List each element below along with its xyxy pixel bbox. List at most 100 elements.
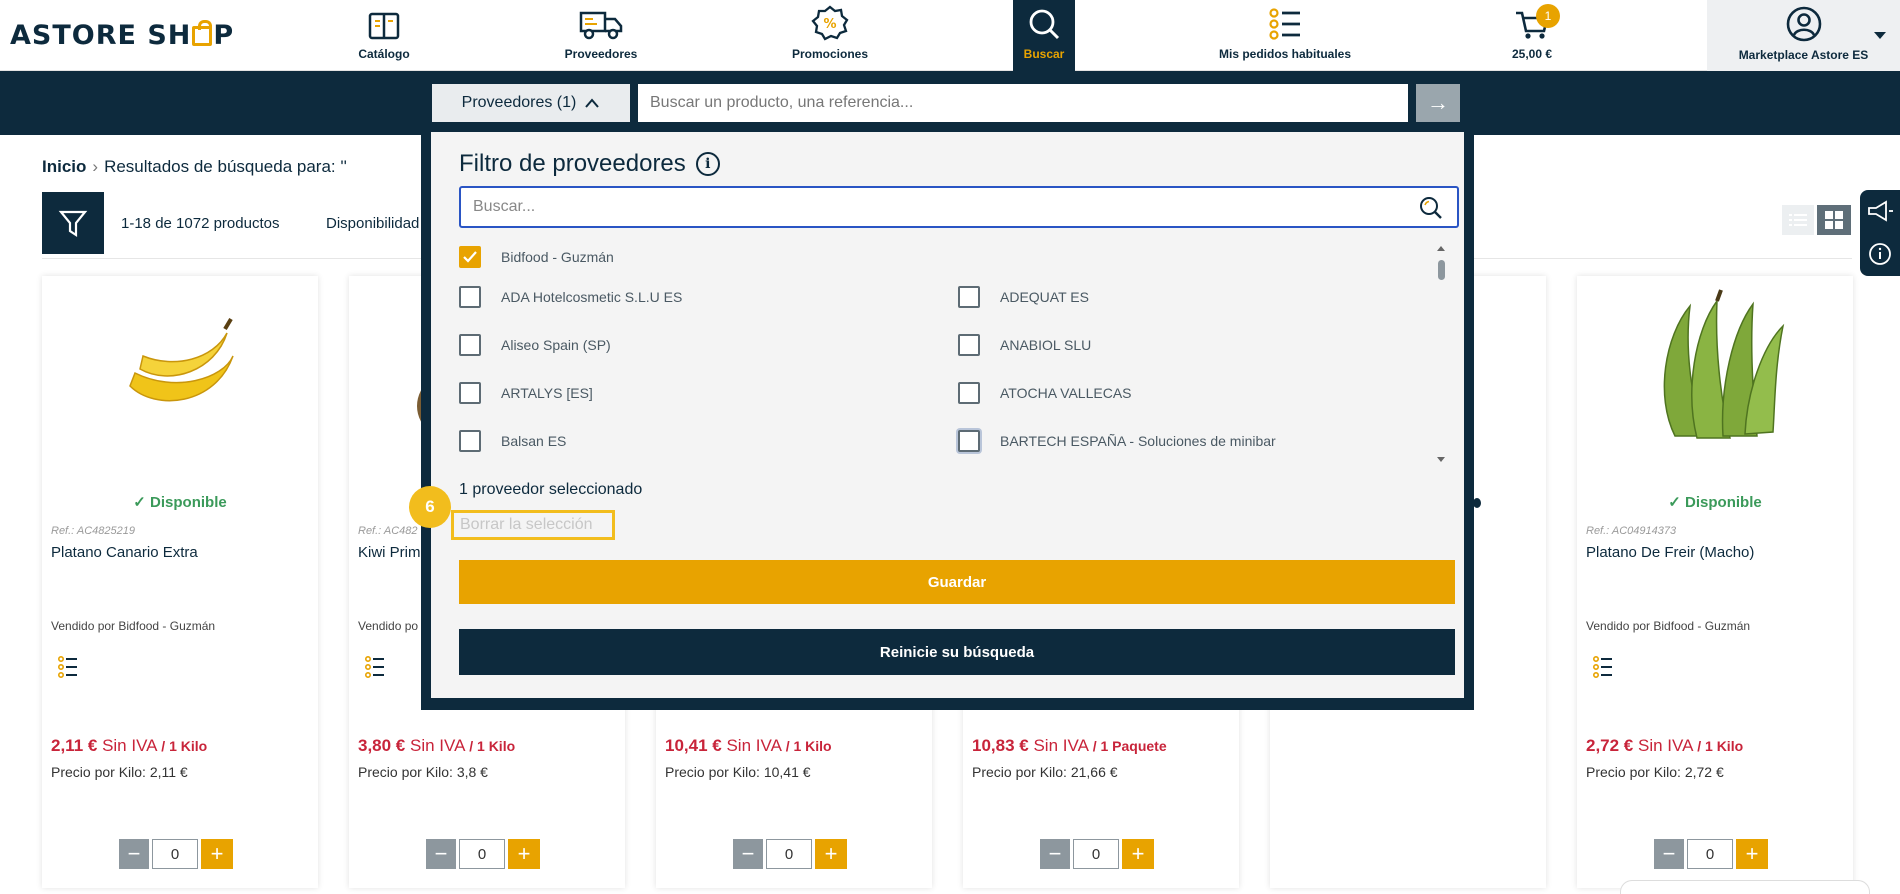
nav-cart[interactable]: 1 25,00 €	[1502, 0, 1562, 71]
provider-option[interactable]: Aliseo Spain (SP)	[459, 334, 611, 356]
provider-option[interactable]: ANABIOL SLU	[958, 334, 1091, 356]
decrease-quantity-button[interactable]: −	[119, 839, 149, 869]
nav-mis-pedidos[interactable]: Mis pedidos habituales	[1210, 0, 1360, 71]
quantity-input[interactable]	[459, 839, 505, 869]
info-icon[interactable]: i	[695, 152, 720, 176]
grid-view-button[interactable]	[1817, 205, 1851, 235]
clear-selection-link[interactable]: Borrar la selección	[451, 510, 615, 540]
search-icon	[1029, 9, 1060, 40]
search-icon[interactable]	[1419, 196, 1443, 220]
decrease-quantity-button[interactable]: −	[1040, 839, 1070, 869]
reset-search-button[interactable]: Reinicie su búsqueda	[459, 629, 1455, 675]
list-icon	[1592, 655, 1612, 678]
provider-filter-panel: Filtro de proveedores i Bidfood - Guzmán…	[421, 132, 1474, 710]
shopping-bag-icon	[192, 20, 213, 46]
info-icon[interactable]	[1868, 242, 1892, 266]
checkbox[interactable]	[958, 286, 980, 308]
price-per-kilo: Precio por Kilo: 21,66 €	[972, 764, 1118, 780]
chevron-down-icon[interactable]	[1874, 32, 1886, 39]
bottom-corner-tab[interactable]	[1620, 880, 1870, 894]
checkbox[interactable]	[459, 430, 481, 452]
decrease-quantity-button[interactable]: −	[1654, 839, 1684, 869]
breadcrumb-home[interactable]: Inicio	[42, 157, 86, 176]
percent-badge-icon: %	[811, 5, 849, 41]
logo[interactable]: ASTORE SH P	[10, 20, 234, 51]
nav-buscar[interactable]: Buscar	[1013, 0, 1075, 71]
availability-filter[interactable]: Disponibilidad	[326, 215, 419, 232]
add-to-list-button[interactable]	[364, 655, 385, 683]
list-view-button[interactable]	[1782, 205, 1814, 235]
product-image[interactable]	[1577, 276, 1853, 456]
hidden-marker	[1473, 498, 1481, 508]
quantity-input[interactable]	[1073, 839, 1119, 869]
checkbox[interactable]	[459, 334, 481, 356]
provider-option[interactable]: BARTECH ESPAÑA - Soluciones de minibar	[958, 430, 1276, 452]
increase-quantity-button[interactable]: +	[1736, 839, 1768, 869]
checkbox[interactable]	[958, 334, 980, 356]
provider-option[interactable]: Bidfood - Guzmán	[459, 246, 614, 268]
filter-toggle-button[interactable]	[42, 192, 104, 254]
decrease-quantity-button[interactable]: −	[426, 839, 456, 869]
nav-catalogo[interactable]: Catálogo	[340, 0, 428, 71]
provider-search-input[interactable]	[459, 186, 1459, 228]
increase-quantity-button[interactable]: +	[1122, 839, 1154, 869]
increase-quantity-button[interactable]: +	[508, 839, 540, 869]
product-card[interactable]: ✓ Disponible Ref.: AC04914373 Platano De…	[1577, 276, 1853, 888]
breadcrumb-current: Resultados de búsqueda para: ''	[104, 157, 347, 176]
increase-quantity-button[interactable]: +	[815, 839, 847, 869]
list-icon	[57, 655, 77, 678]
increase-quantity-button[interactable]: +	[201, 839, 233, 869]
checkbox[interactable]	[958, 382, 980, 404]
price-per-kilo: Precio por Kilo: 2,72 €	[1586, 764, 1724, 780]
providers-filter-button[interactable]: Proveedores (1)	[432, 84, 630, 122]
decrease-quantity-button[interactable]: −	[733, 839, 763, 869]
product-name[interactable]: Kiwi Prim	[358, 544, 421, 561]
truck-icon	[579, 11, 623, 40]
quantity-input[interactable]	[152, 839, 198, 869]
product-image[interactable]	[42, 276, 318, 456]
add-to-list-button[interactable]	[57, 655, 78, 683]
search-submit-button[interactable]: →	[1416, 84, 1460, 122]
checkbox[interactable]	[958, 430, 980, 452]
funnel-icon	[58, 210, 88, 238]
nav-promociones[interactable]: % Promociones	[780, 0, 880, 71]
product-ref: Ref.: AC4825219	[51, 525, 135, 537]
list-icon	[364, 655, 384, 678]
checkbox-checked[interactable]	[459, 246, 481, 268]
product-name[interactable]: Platano De Freir (Macho)	[1586, 544, 1754, 561]
save-button[interactable]: Guardar	[459, 560, 1455, 604]
product-ref: Ref.: AC482	[358, 525, 418, 537]
banana-image	[129, 317, 234, 402]
scroll-thumb[interactable]	[1438, 260, 1445, 280]
quantity-input[interactable]	[1687, 839, 1733, 869]
product-search-input[interactable]	[638, 84, 1408, 122]
product-seller: Vendido por Bidfood - Guzmán	[51, 619, 216, 633]
provider-option[interactable]: Balsan ES	[459, 430, 566, 452]
options-scrollbar[interactable]	[1435, 244, 1447, 462]
book-icon	[368, 12, 400, 40]
megaphone-icon[interactable]	[1866, 200, 1894, 222]
product-name[interactable]: Platano Canario Extra	[51, 544, 198, 561]
add-to-list-button[interactable]	[1592, 655, 1613, 683]
provider-option[interactable]: ARTALYS [ES]	[459, 382, 593, 404]
scroll-down-arrow-icon[interactable]	[1437, 457, 1445, 462]
nav-proveedores[interactable]: Proveedores	[556, 0, 646, 71]
provider-option[interactable]: ADEQUAT ES	[958, 286, 1089, 308]
checkbox[interactable]	[459, 382, 481, 404]
checkbox[interactable]	[459, 286, 481, 308]
price-per-kilo: Precio por Kilo: 10,41 €	[665, 764, 811, 780]
provider-option[interactable]: ADA Hotelcosmetic S.L.U ES	[459, 286, 682, 308]
scroll-up-arrow-icon[interactable]	[1437, 246, 1445, 251]
product-price: 3,80 € Sin IVA / 1 Kilo	[358, 736, 516, 755]
provider-option[interactable]: ATOCHA VALLECAS	[958, 382, 1132, 404]
quantity-input[interactable]	[766, 839, 812, 869]
quantity-stepper: − +	[119, 839, 233, 869]
top-header: ASTORE SH P Catálogo Proveedores % Promoc…	[0, 0, 1900, 71]
cart-count-badge: 1	[1536, 4, 1560, 28]
arrow-right-icon: →	[1427, 90, 1449, 115]
price-per-kilo: Precio por Kilo: 2,11 €	[51, 764, 188, 780]
product-card[interactable]: ✓ Disponible Ref.: AC4825219 Platano Can…	[42, 276, 318, 888]
product-ref: Ref.: AC04914373	[1586, 525, 1677, 537]
account-menu[interactable]: Marketplace Astore ES	[1707, 0, 1900, 71]
plantain-image	[1663, 289, 1785, 439]
